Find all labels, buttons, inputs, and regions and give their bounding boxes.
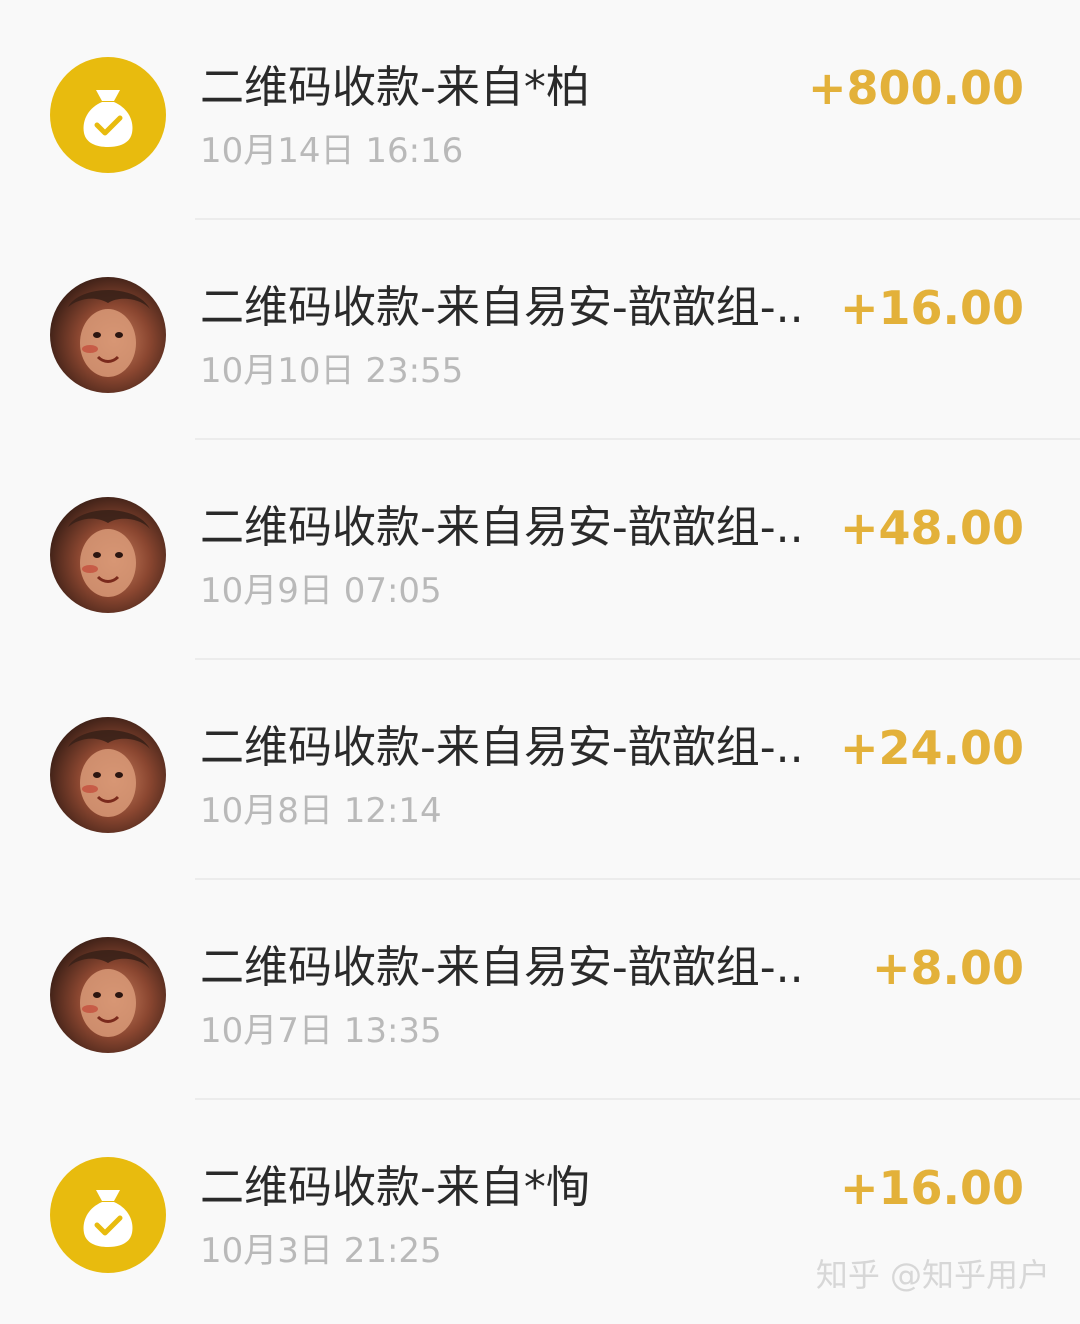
user-avatar <box>50 497 166 613</box>
transaction-time: 10月8日 12:14 <box>200 791 442 831</box>
transaction-amount: +16.00 <box>839 1161 1024 1215</box>
user-avatar <box>50 277 166 393</box>
transaction-row[interactable]: 二维码收款-来自易安-歆歆组-... 10月10日 23:55 +16.00 <box>0 220 1080 440</box>
transaction-amount: +16.00 <box>839 281 1024 335</box>
transaction-amount: +8.00 <box>871 941 1024 995</box>
user-avatar <box>50 717 166 833</box>
transaction-time: 10月7日 13:35 <box>200 1011 442 1051</box>
transaction-time: 10月14日 16:16 <box>200 131 464 171</box>
transaction-amount: +24.00 <box>839 721 1024 775</box>
transaction-row[interactable]: 二维码收款-来自*柏 10月14日 16:16 +800.00 <box>0 0 1080 220</box>
watermark: 知乎 @知乎用户 <box>815 1256 1050 1294</box>
transaction-amount: +800.00 <box>807 61 1024 115</box>
money-bag-icon <box>50 57 166 173</box>
transaction-title: 二维码收款-来自*恂 <box>200 1162 590 1213</box>
transaction-title: 二维码收款-来自*柏 <box>200 62 590 113</box>
user-avatar <box>50 937 166 1053</box>
transaction-row[interactable]: 二维码收款-来自易安-歆歆组-... 10月9日 07:05 +48.00 <box>0 440 1080 660</box>
transaction-title: 二维码收款-来自易安-歆歆组-... <box>200 942 800 993</box>
transaction-time: 10月10日 23:55 <box>200 351 464 391</box>
transaction-title: 二维码收款-来自易安-歆歆组-... <box>200 722 800 773</box>
transaction-row[interactable]: 二维码收款-来自易安-歆歆组-... 10月8日 12:14 +24.00 <box>0 660 1080 880</box>
transaction-time: 10月3日 21:25 <box>200 1231 442 1271</box>
transaction-title: 二维码收款-来自易安-歆歆组-... <box>200 282 800 333</box>
transaction-amount: +48.00 <box>839 501 1024 555</box>
transaction-time: 10月9日 07:05 <box>200 571 442 611</box>
transaction-list: 二维码收款-来自*柏 10月14日 16:16 +800.00 二维码收款-来自… <box>0 0 1080 1320</box>
transaction-title: 二维码收款-来自易安-歆歆组-... <box>200 502 800 553</box>
money-bag-icon <box>50 1157 166 1273</box>
transaction-row[interactable]: 二维码收款-来自易安-歆歆组-... 10月7日 13:35 +8.00 <box>0 880 1080 1100</box>
